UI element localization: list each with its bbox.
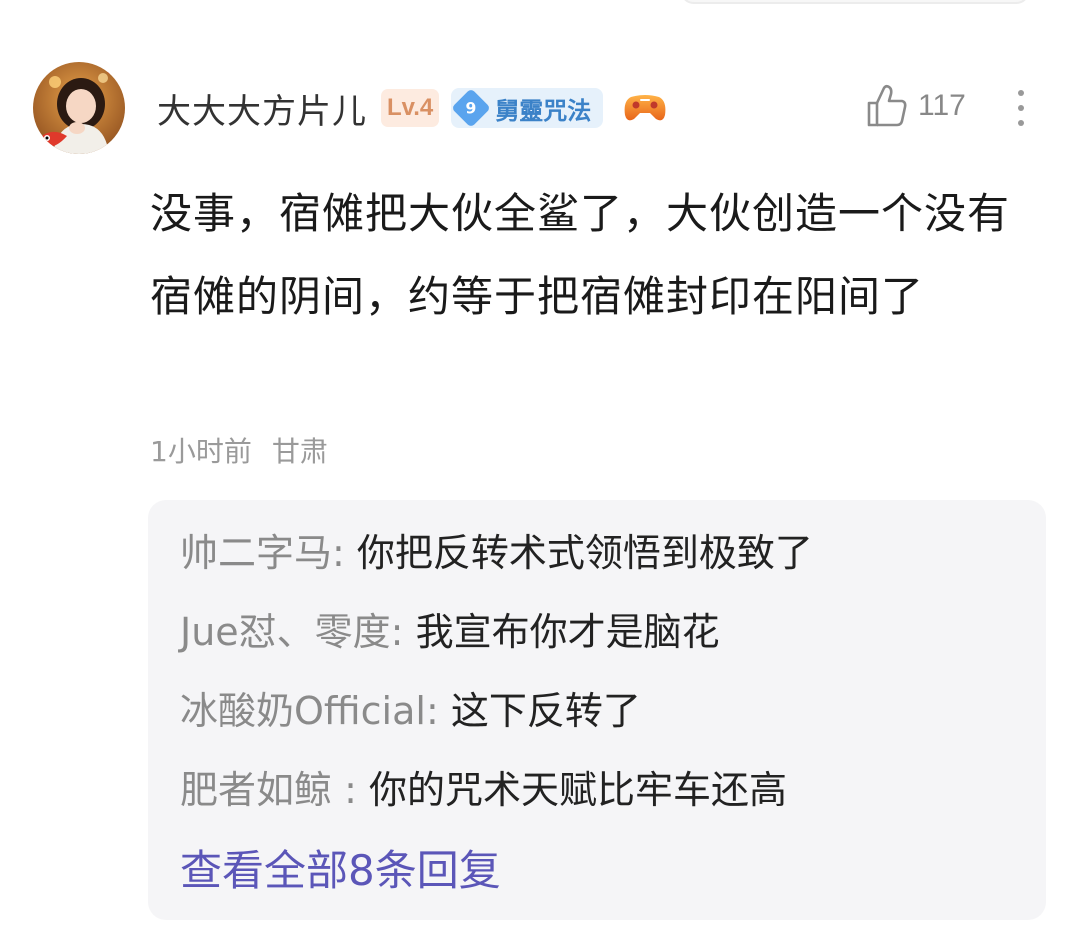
reply-author[interactable]: 肥者如鲸 :	[180, 768, 357, 812]
more-vertical-icon[interactable]	[1011, 86, 1031, 130]
comment-header: 大大大方片儿 Lv.4 9 舅靈咒法	[157, 80, 667, 136]
reply-author[interactable]: Jue怼、零度:	[180, 610, 403, 654]
comment-content: 没事，宿傩把大伙全鲨了，大伙创造一个没有宿傩的阴间，约等于把宿傩封印在阳间了	[150, 189, 1011, 321]
thumbs-up-icon	[867, 84, 907, 127]
reply-text: 你把反转术式领悟到极致了	[344, 531, 813, 575]
comment-time: 1小时前	[150, 435, 252, 468]
level-badge: Lv.4	[381, 89, 440, 127]
reply-author[interactable]: 冰酸奶Official:	[180, 689, 439, 733]
reply-item[interactable]: 冰酸奶Official: 这下反转了	[180, 686, 641, 736]
avatar[interactable]	[33, 62, 125, 154]
reply-text: 这下反转了	[438, 689, 641, 733]
reply-preview-box[interactable]: 帅二字马: 你把反转术式领悟到极致了 Jue怼、零度: 我宣布你才是脑花 冰酸奶…	[148, 500, 1046, 920]
reply-item[interactable]: Jue怼、零度: 我宣布你才是脑花	[180, 607, 720, 657]
username[interactable]: 大大大方片儿	[157, 84, 367, 133]
gamepad-icon	[624, 95, 666, 121]
reply-item[interactable]: 肥者如鲸 : 你的咒术天赋比牢车还高	[180, 765, 787, 815]
like-button[interactable]: 117	[866, 84, 966, 128]
comment-meta: 1小时前 甘肃	[150, 430, 328, 470]
fan-badge-name: 舅靈咒法	[495, 96, 592, 125]
reply-item[interactable]: 帅二字马: 你把反转术式领悟到极致了	[180, 528, 813, 578]
previous-item-edge	[680, 0, 1030, 4]
reply-text: 我宣布你才是脑花	[403, 610, 720, 654]
like-count: 117	[918, 89, 966, 122]
fan-badge[interactable]: 9 舅靈咒法	[451, 88, 604, 128]
reply-author[interactable]: 帅二字马:	[180, 531, 345, 575]
view-all-replies-link[interactable]: 查看全部8条回复	[180, 846, 501, 896]
comment-page: 大大大方片儿 Lv.4 9 舅靈咒法 117 没事，宿傩把大伙全鲨了，大伙创造一…	[0, 0, 1080, 930]
comment-location: 甘肃	[271, 435, 328, 468]
diamond-badge-icon: 9	[451, 88, 492, 128]
reply-text: 你的咒术天赋比牢车还高	[356, 768, 787, 812]
